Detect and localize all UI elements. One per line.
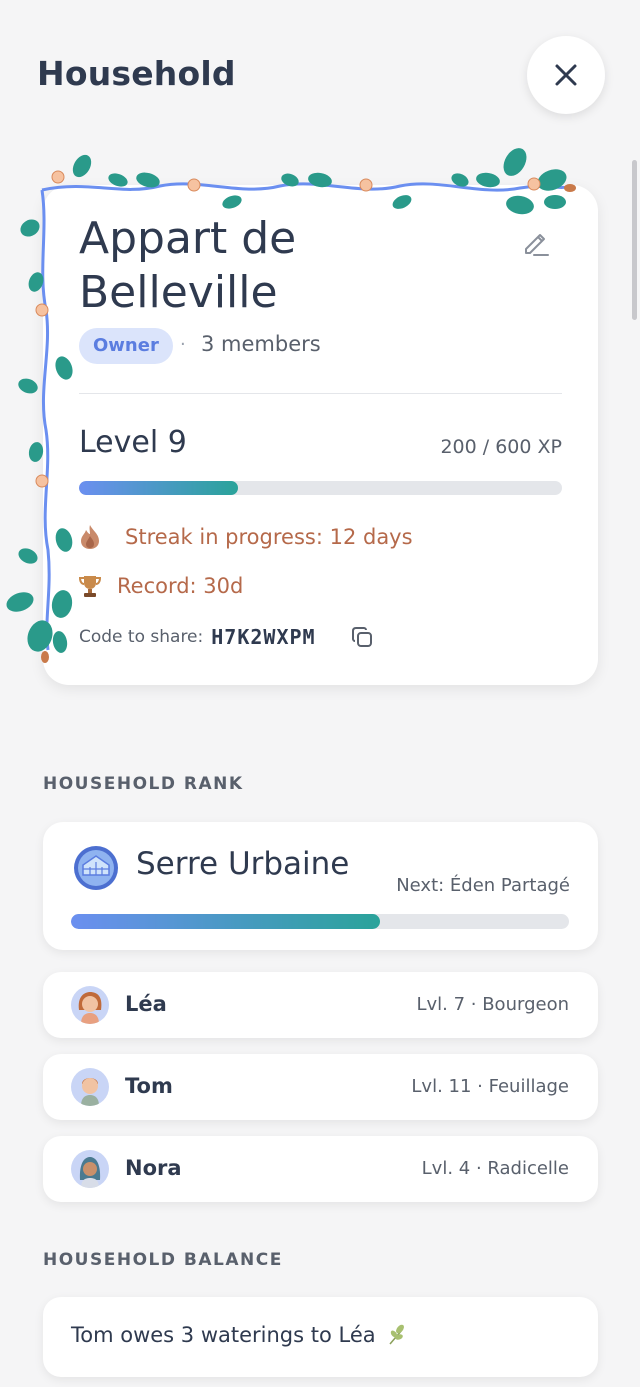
member-name: Nora [125,1156,182,1180]
code-label: Code to share: [79,627,204,647]
balance-row: Tom owes 3 waterings to Léa [71,1323,408,1347]
balance-card[interactable]: Tom owes 3 waterings to Léa [43,1297,598,1377]
members-count[interactable]: 3 members [201,332,321,356]
member-row-tom[interactable]: Tom Lvl. 11 · Feuillage [43,1054,598,1120]
household-name: Appart de Belleville [79,213,297,318]
avatar [71,1150,109,1188]
member-name: Tom [125,1074,173,1098]
rank-section-label: HOUSEHOLD RANK [43,774,244,794]
member-level: Lvl. 11 · Feuillage [411,1076,569,1097]
copy-icon[interactable] [350,625,374,649]
share-code-row: Code to share: H7K2WXPM [79,625,374,649]
avatar [71,986,109,1024]
divider [79,393,562,394]
balance-section-label: HOUSEHOLD BALANCE [43,1250,283,1270]
sprout-icon [389,1324,404,1345]
next-rank: Next: Éden Partagé [396,875,570,896]
household-level: Level 9 [79,425,187,460]
greenhouse-emblem-icon [74,846,118,890]
xp-progress-bar [79,481,562,495]
separator-dot: · [180,334,186,355]
streak-text: Streak in progress: 12 days [125,525,413,549]
balance-text: Tom owes 3 waterings to Léa [71,1323,376,1347]
member-name: Léa [125,992,167,1016]
member-row-nora[interactable]: Nora Lvl. 4 · Radicelle [43,1136,598,1202]
member-level: Lvl. 7 · Bourgeon [416,994,569,1015]
rank-progress-fill [71,914,380,929]
streak-row: Streak in progress: 12 days [79,524,413,550]
close-icon [555,64,577,86]
trophy-icon [79,576,101,597]
member-row-lea[interactable]: Léa Lvl. 7 · Bourgeon [43,972,598,1038]
pencil-icon[interactable] [520,229,552,261]
scrollbar[interactable] [632,160,637,320]
role-badge: Owner [79,328,173,364]
close-button[interactable] [527,36,605,114]
avatar [71,1068,109,1106]
page-title: Household [37,54,236,93]
share-code[interactable]: H7K2WXPM [211,625,315,649]
rank-progress-bar [71,914,569,929]
record-row: Record: 30d [79,574,243,598]
flame-icon [81,525,99,549]
member-level: Lvl. 4 · Radicelle [421,1158,569,1179]
record-text: Record: 30d [117,574,244,598]
xp-progress-fill [79,481,239,495]
rank-name: Serre Urbaine [136,846,350,882]
xp-counter: 200 / 600 XP [440,436,562,458]
